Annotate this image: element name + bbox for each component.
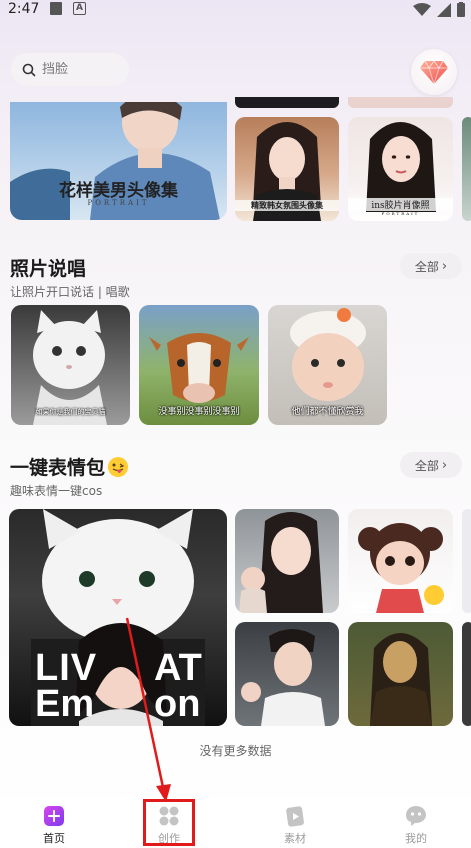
home-icon xyxy=(44,806,64,826)
search-input[interactable] xyxy=(42,62,112,77)
view-all-label: 全部 xyxy=(414,458,439,473)
photo-sing-item[interactable]: 没事别没事别没事别 xyxy=(139,305,259,425)
view-all-emoji-button[interactable]: 全部 › xyxy=(400,452,462,478)
vip-button[interactable] xyxy=(411,49,457,95)
status-time: 2:47 xyxy=(8,1,40,17)
emoji-card[interactable] xyxy=(235,509,339,613)
emoji-featured-card[interactable]: LIV AT Em on xyxy=(9,509,227,726)
portrait-card-korean[interactable]: 精致韩女氛围头像集 PORTRAIT xyxy=(235,117,339,221)
emoji-card[interactable] xyxy=(235,622,339,726)
tab-profile[interactable]: 我的 xyxy=(376,798,456,848)
emoji-card-partial[interactable] xyxy=(462,622,471,726)
card3-subtitle: PORTRAIT xyxy=(381,211,420,216)
card3-title: ins胶片肖像照 xyxy=(348,198,453,211)
tongue-emoji-icon xyxy=(108,456,129,477)
section-title-emoji-label: 一键表情包 xyxy=(10,457,106,479)
tab-home[interactable]: 首页 xyxy=(14,798,94,848)
top-partial-card-2[interactable] xyxy=(348,97,453,108)
chevron-right-icon: › xyxy=(441,457,448,473)
section-title-photo-sing: 照片说唱 xyxy=(10,258,87,280)
no-more-data-text: 没有更多数据 xyxy=(199,744,272,758)
signal-icon xyxy=(437,2,451,17)
tab-material[interactable]: 素材 xyxy=(255,798,335,848)
featured-portrait-card[interactable]: 花样美男头像集 PORTRAIT xyxy=(10,102,227,220)
bottom-tab-bar: 首页 创作 素材 我的 xyxy=(0,798,471,848)
photo-caption: 没事别没事别没事别 xyxy=(158,407,240,417)
featured-title: 花样美男头像集 xyxy=(59,181,178,201)
material-icon xyxy=(286,806,304,827)
annotation-highlight-box xyxy=(143,799,195,846)
photo-caption: 他们都不懂欣赏我 xyxy=(291,407,364,417)
featured-subtitle: PORTRAIT xyxy=(87,199,150,207)
battery-icon xyxy=(457,2,465,17)
tab-profile-label: 我的 xyxy=(405,832,427,845)
view-all-label: 全部 xyxy=(414,259,439,274)
mona-lisa-image xyxy=(370,633,432,726)
emoji-card-partial[interactable] xyxy=(462,509,471,613)
emoji-card[interactable] xyxy=(348,509,453,613)
wifi-icon xyxy=(413,2,431,16)
search-bar[interactable] xyxy=(11,53,129,86)
tab-home-label: 首页 xyxy=(43,832,65,845)
emoji-card[interactable] xyxy=(348,622,453,726)
section-title-emoji: 一键表情包 xyxy=(10,453,129,480)
photo-sing-item[interactable]: 他们都不懂欣赏我 xyxy=(268,305,387,425)
profile-icon xyxy=(406,806,426,826)
boy-image xyxy=(241,629,325,726)
section-subtitle-photo-sing: 让照片开口说话 | 唱歌 xyxy=(10,285,130,299)
notification-icon xyxy=(50,2,62,15)
photo-sing-item[interactable]: 如果你是我们的宝贝猫 xyxy=(11,305,130,425)
card2-subtitle: PORTRAIT xyxy=(268,213,306,218)
keyboard-icon: A xyxy=(73,2,86,15)
cartoon-girl-image xyxy=(358,523,444,613)
status-icons xyxy=(413,2,465,17)
portrait-card-partial[interactable] xyxy=(462,117,471,221)
overlay-text: on xyxy=(154,683,201,725)
card2-title: 精致韩女氛围头像集 xyxy=(235,200,339,211)
girl-image xyxy=(239,512,323,613)
gem-icon xyxy=(420,60,448,85)
overlay-text: Em xyxy=(35,683,95,725)
top-partial-card-1[interactable] xyxy=(235,97,339,108)
chevron-right-icon: › xyxy=(441,258,448,274)
tab-material-label: 素材 xyxy=(284,832,306,845)
status-bar: 2:47 A xyxy=(0,0,471,20)
view-all-photo-sing-button[interactable]: 全部 › xyxy=(400,253,462,279)
section-subtitle-emoji: 趣味表情一键cos xyxy=(10,484,103,498)
search-icon xyxy=(22,63,36,76)
photo-caption: 如果你是我们的宝贝猫 xyxy=(35,408,106,416)
portrait-card-film[interactable]: ins胶片肖像照 PORTRAIT xyxy=(348,117,453,221)
